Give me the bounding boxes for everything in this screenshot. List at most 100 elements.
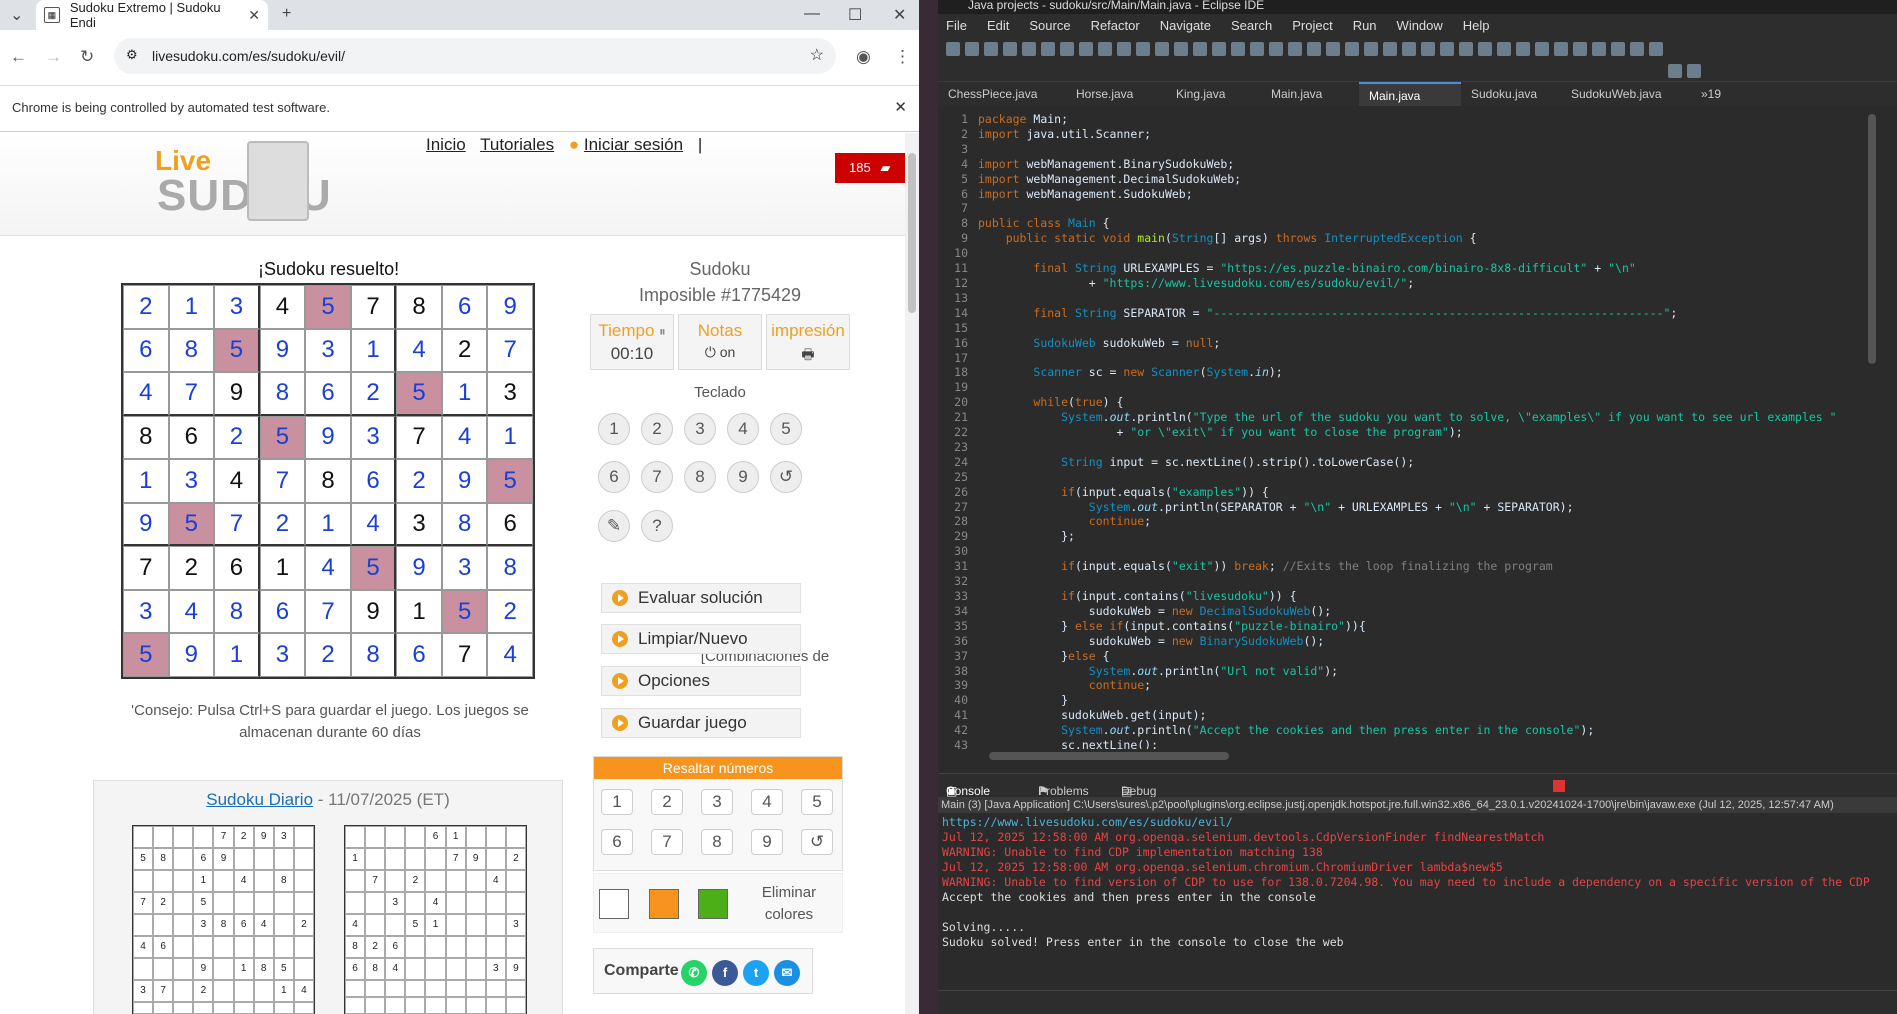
toolbar-button-icon[interactable] bbox=[1326, 42, 1340, 56]
sudoku-cell[interactable]: 6 bbox=[123, 328, 169, 373]
sudoku-cell[interactable]: 6 bbox=[441, 285, 488, 329]
daily-puzzle-2[interactable]: 61179272434451382668439 bbox=[344, 825, 527, 1014]
evaluate-button[interactable]: Evaluar solución bbox=[601, 583, 801, 613]
sudoku-cell[interactable]: 1 bbox=[259, 546, 306, 590]
sudoku-cell[interactable]: 3 bbox=[123, 589, 169, 634]
toolbar-button-icon[interactable] bbox=[1136, 42, 1150, 56]
toolbar-button-icon[interactable] bbox=[1307, 42, 1321, 56]
sudoku-cell[interactable]: 9 bbox=[305, 415, 351, 460]
sudoku-cell[interactable]: 7 bbox=[123, 546, 169, 590]
toolbar-button-icon[interactable] bbox=[1668, 64, 1682, 78]
remove-colors-link[interactable]: Eliminar colores bbox=[744, 882, 834, 926]
sudoku-cell[interactable]: 1 bbox=[168, 285, 215, 329]
keypad-key[interactable]: 9 bbox=[727, 461, 759, 493]
highlight-key[interactable]: 6 bbox=[601, 829, 633, 855]
sudoku-cell[interactable]: 8 bbox=[214, 589, 260, 634]
tab-sudokuweb[interactable]: SudokuWeb.java bbox=[1561, 82, 1691, 106]
toolbar-button-icon[interactable] bbox=[1516, 42, 1530, 56]
sudoku-cell[interactable]: 6 bbox=[214, 546, 260, 590]
sudoku-cell[interactable]: 3 bbox=[168, 459, 215, 503]
toolbar-button-icon[interactable] bbox=[1288, 42, 1302, 56]
page-scroll-thumb[interactable] bbox=[908, 153, 916, 313]
sudoku-cell[interactable]: 3 bbox=[396, 502, 442, 547]
toolbar-button-icon[interactable] bbox=[1231, 42, 1245, 56]
sudoku-cell[interactable]: 5 bbox=[396, 372, 442, 416]
toolbar-button-icon[interactable] bbox=[984, 42, 998, 56]
maximize-icon[interactable]: ☐ bbox=[848, 5, 862, 25]
sudoku-cell[interactable]: 2 bbox=[168, 546, 215, 590]
keypad-key[interactable]: 6 bbox=[598, 461, 630, 493]
toolbar-button-icon[interactable] bbox=[1440, 42, 1454, 56]
sudoku-cell[interactable]: 9 bbox=[214, 372, 260, 416]
tab-horse[interactable]: Horse.java bbox=[1066, 82, 1166, 106]
toolbar-button-icon[interactable] bbox=[1592, 42, 1606, 56]
toolbar-button-icon[interactable] bbox=[1478, 42, 1492, 56]
sudoku-cell[interactable]: 6 bbox=[168, 415, 215, 460]
editor-hscroll[interactable] bbox=[974, 749, 1864, 763]
console-output[interactable]: https://www.livesudoku.com/es/sudoku/evi… bbox=[938, 813, 1883, 988]
tab-close-icon[interactable]: ✕ bbox=[248, 7, 260, 24]
highlight-key[interactable]: 3 bbox=[701, 789, 733, 815]
tab-chesspiece[interactable]: ChessPiece.java bbox=[938, 82, 1066, 106]
sudoku-cell[interactable]: 4 bbox=[123, 372, 169, 416]
toolbar-button-icon[interactable] bbox=[1383, 42, 1397, 56]
keypad-key[interactable]: ↺ bbox=[770, 461, 802, 493]
sudoku-cell[interactable]: 7 bbox=[214, 502, 260, 547]
sudoku-cell[interactable]: 1 bbox=[441, 372, 488, 416]
site-info-icon[interactable]: ⚙ bbox=[126, 47, 138, 63]
toolbar-button-icon[interactable] bbox=[1117, 42, 1131, 56]
sudoku-cell[interactable]: 2 bbox=[487, 589, 533, 634]
sudoku-cell[interactable]: 7 bbox=[396, 415, 442, 460]
toolbar-button-icon[interactable] bbox=[1630, 42, 1644, 56]
sudoku-cell[interactable]: 5 bbox=[305, 285, 351, 329]
menu-refactor[interactable]: Refactor bbox=[1091, 18, 1140, 33]
sudoku-cell[interactable]: 6 bbox=[350, 459, 397, 503]
menu-window[interactable]: Window bbox=[1397, 18, 1443, 33]
sudoku-cell[interactable]: 3 bbox=[441, 546, 488, 590]
minimize-icon[interactable]: — bbox=[804, 5, 820, 23]
keypad-key[interactable]: 2 bbox=[641, 413, 673, 445]
reload-icon[interactable]: ↻ bbox=[80, 47, 94, 67]
toolbar-button-icon[interactable] bbox=[946, 42, 960, 56]
sudoku-cell[interactable]: 9 bbox=[441, 459, 488, 503]
twitter-icon[interactable]: t bbox=[743, 960, 769, 986]
url-field[interactable]: ⚙ livesudoku.com/es/sudoku/evil/ ☆ bbox=[114, 38, 836, 74]
sudoku-cell[interactable]: 2 bbox=[396, 459, 442, 503]
sudoku-cell[interactable]: 4 bbox=[168, 589, 215, 634]
sudoku-cell[interactable]: 1 bbox=[396, 589, 442, 634]
sudoku-cell[interactable]: 9 bbox=[396, 546, 442, 590]
highlight-key[interactable]: 1 bbox=[601, 789, 633, 815]
toolbar-button-icon[interactable] bbox=[1098, 42, 1112, 56]
notes-box[interactable]: Notas ⏻ on bbox=[678, 314, 762, 370]
profile-icon[interactable]: ◉ bbox=[856, 47, 871, 67]
options-button[interactable]: Opciones bbox=[601, 666, 801, 696]
sudoku-cell[interactable]: 1 bbox=[123, 459, 169, 503]
email-icon[interactable]: ✉ bbox=[774, 960, 800, 986]
swatch-green[interactable] bbox=[698, 889, 728, 919]
sudoku-cell[interactable]: 3 bbox=[259, 633, 306, 677]
terminate-icon[interactable] bbox=[1553, 780, 1565, 792]
sudoku-cell[interactable]: 7 bbox=[259, 459, 306, 503]
sudoku-cell[interactable]: 5 bbox=[214, 328, 260, 373]
sudoku-cell[interactable]: 7 bbox=[441, 633, 488, 677]
nav-tutoriales[interactable]: Tutoriales bbox=[480, 135, 554, 154]
sudoku-cell[interactable]: 4 bbox=[259, 285, 306, 329]
pencil-key[interactable]: ✎ bbox=[598, 510, 630, 542]
tab-overflow[interactable]: »19 bbox=[1691, 82, 1731, 106]
sudoku-cell[interactable]: 8 bbox=[441, 502, 488, 547]
sudoku-cell[interactable]: 1 bbox=[487, 415, 533, 460]
keypad-key[interactable]: 3 bbox=[684, 413, 716, 445]
bookmark-star-icon[interactable]: ☆ bbox=[810, 45, 824, 65]
sudoku-cell[interactable]: 2 bbox=[214, 415, 260, 460]
editor-vscroll-thumb[interactable] bbox=[1868, 114, 1876, 364]
sudoku-cell[interactable]: 9 bbox=[123, 502, 169, 547]
menu-source[interactable]: Source bbox=[1029, 18, 1070, 33]
tab-king[interactable]: King.java bbox=[1166, 82, 1261, 106]
tab-sudoku[interactable]: Sudoku.java bbox=[1461, 82, 1561, 106]
menu-dots-icon[interactable]: ⋮ bbox=[894, 47, 911, 67]
sudoku-cell[interactable]: 8 bbox=[350, 633, 397, 677]
sudoku-cell[interactable]: 4 bbox=[214, 459, 260, 503]
highlight-key[interactable]: ↺ bbox=[801, 829, 833, 855]
keypad-key[interactable]: 4 bbox=[727, 413, 759, 445]
highlight-key[interactable]: 8 bbox=[701, 829, 733, 855]
